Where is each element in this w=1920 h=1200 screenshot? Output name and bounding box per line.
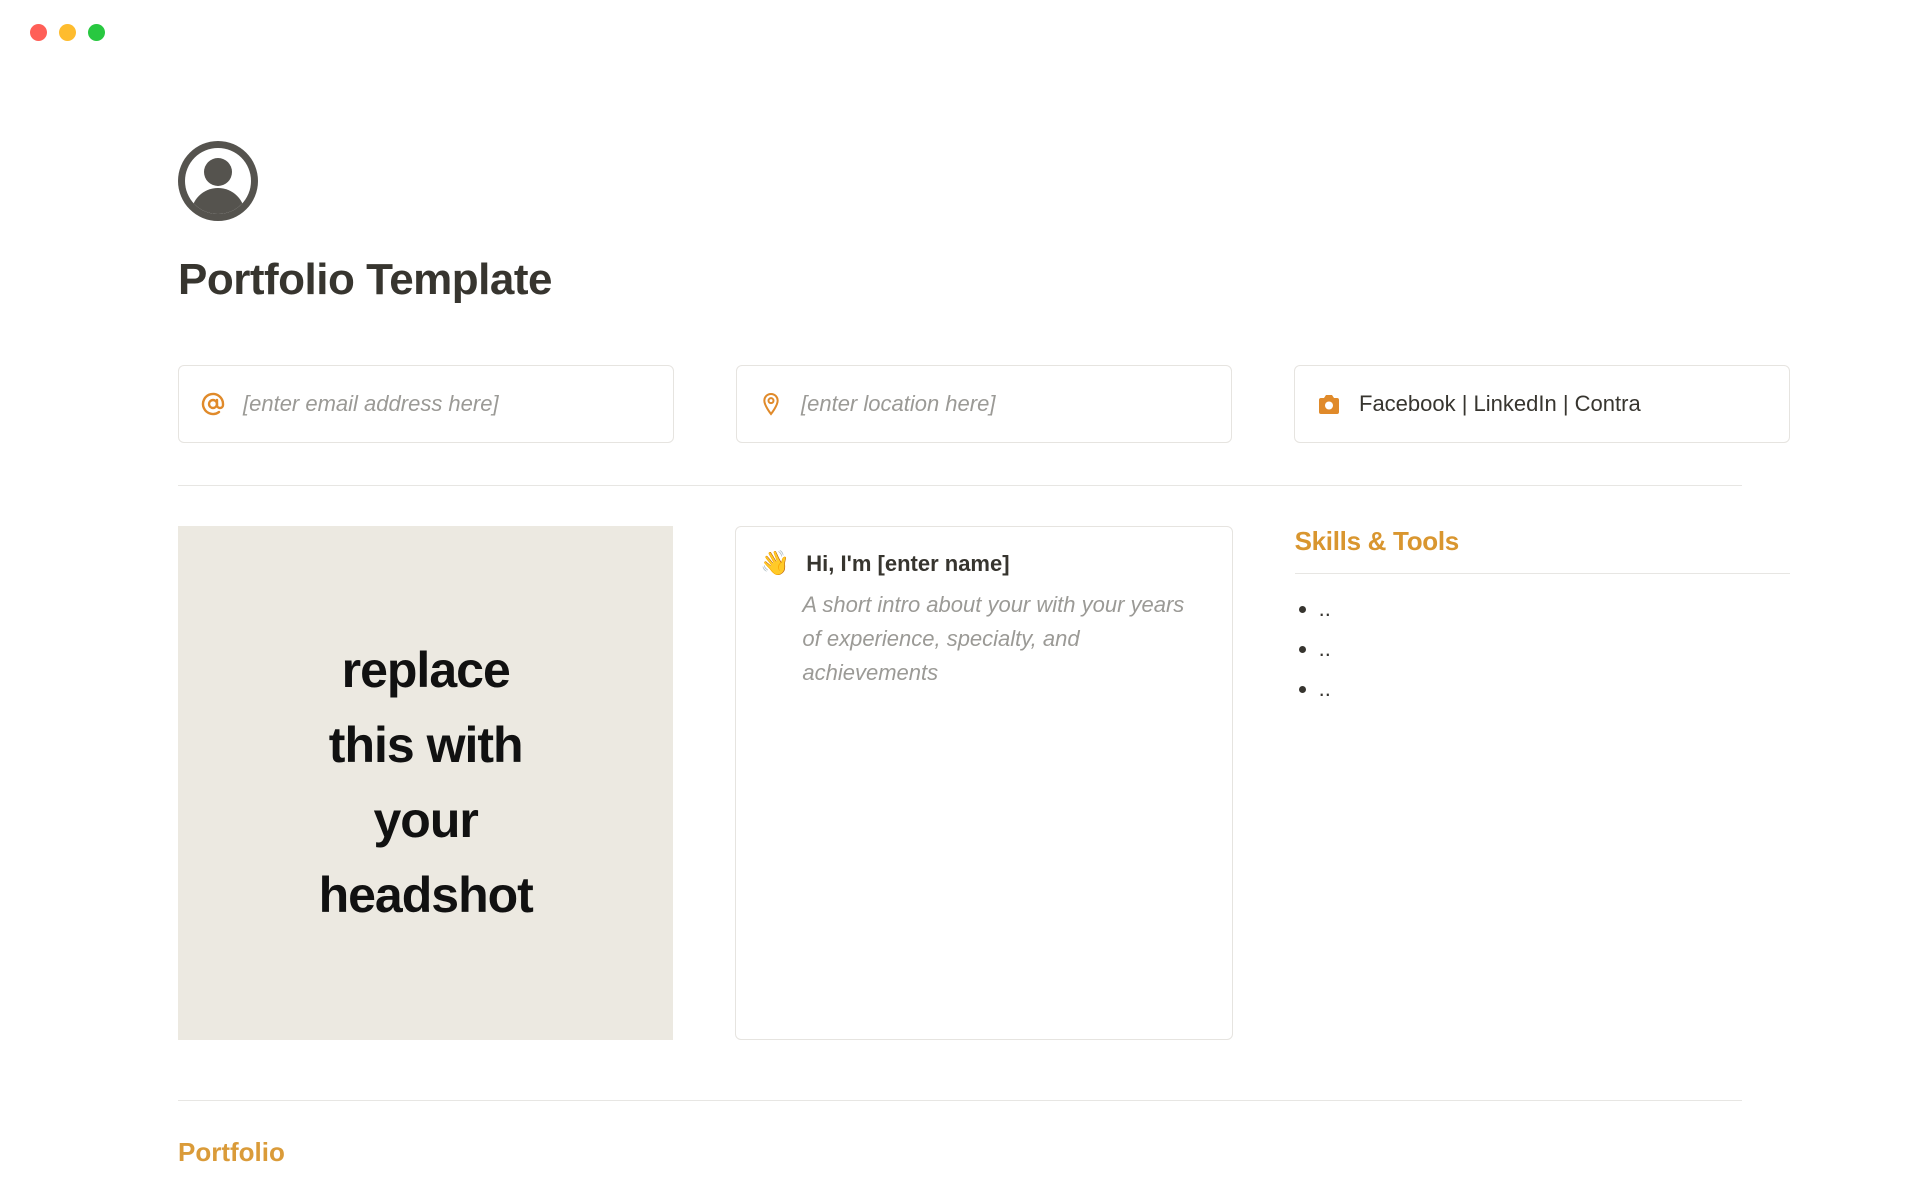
list-item[interactable]: .. (1319, 676, 1790, 702)
headshot-placeholder-text: replace this with your headshot (319, 633, 533, 933)
skills-list[interactable]: .. .. .. (1319, 596, 1790, 702)
skills-heading[interactable]: Skills & Tools (1295, 526, 1790, 557)
window-traffic-lights (0, 0, 1920, 41)
headshot-placeholder[interactable]: replace this with your headshot (178, 526, 673, 1040)
divider-top (178, 485, 1742, 486)
minimize-window-dot[interactable] (59, 24, 76, 41)
intro-body-text: A short intro about your with your years… (802, 588, 1207, 690)
at-sign-icon (201, 392, 225, 416)
skills-divider (1295, 573, 1790, 574)
list-item[interactable]: .. (1319, 596, 1790, 622)
location-card[interactable]: [enter location here] (736, 365, 1232, 443)
info-cards-row: [enter email address here] [enter locati… (178, 365, 1790, 443)
wave-emoji-icon: 👋 (760, 549, 790, 578)
avatar-placeholder[interactable] (178, 141, 258, 221)
email-placeholder-text: [enter email address here] (243, 391, 499, 417)
skills-column: Skills & Tools .. .. .. (1295, 526, 1790, 1040)
intro-card[interactable]: 👋 Hi, I'm [enter name] A short intro abo… (735, 526, 1232, 1040)
social-card[interactable]: Facebook | LinkedIn | Contra (1294, 365, 1790, 443)
location-placeholder-text: [enter location here] (801, 391, 995, 417)
page-canvas: Portfolio Template [enter email address … (130, 141, 1790, 1168)
portfolio-section-heading[interactable]: Portfolio (178, 1137, 1790, 1168)
maximize-window-dot[interactable] (88, 24, 105, 41)
main-content-row: replace this with your headshot 👋 Hi, I'… (178, 526, 1790, 1040)
camera-icon (1317, 392, 1341, 416)
close-window-dot[interactable] (30, 24, 47, 41)
map-pin-icon (759, 392, 783, 416)
email-card[interactable]: [enter email address here] (178, 365, 674, 443)
list-item[interactable]: .. (1319, 636, 1790, 662)
social-links-text: Facebook | LinkedIn | Contra (1359, 391, 1641, 417)
page-title[interactable]: Portfolio Template (178, 255, 1790, 305)
intro-greeting: Hi, I'm [enter name] (806, 551, 1009, 577)
divider-bottom (178, 1100, 1742, 1101)
